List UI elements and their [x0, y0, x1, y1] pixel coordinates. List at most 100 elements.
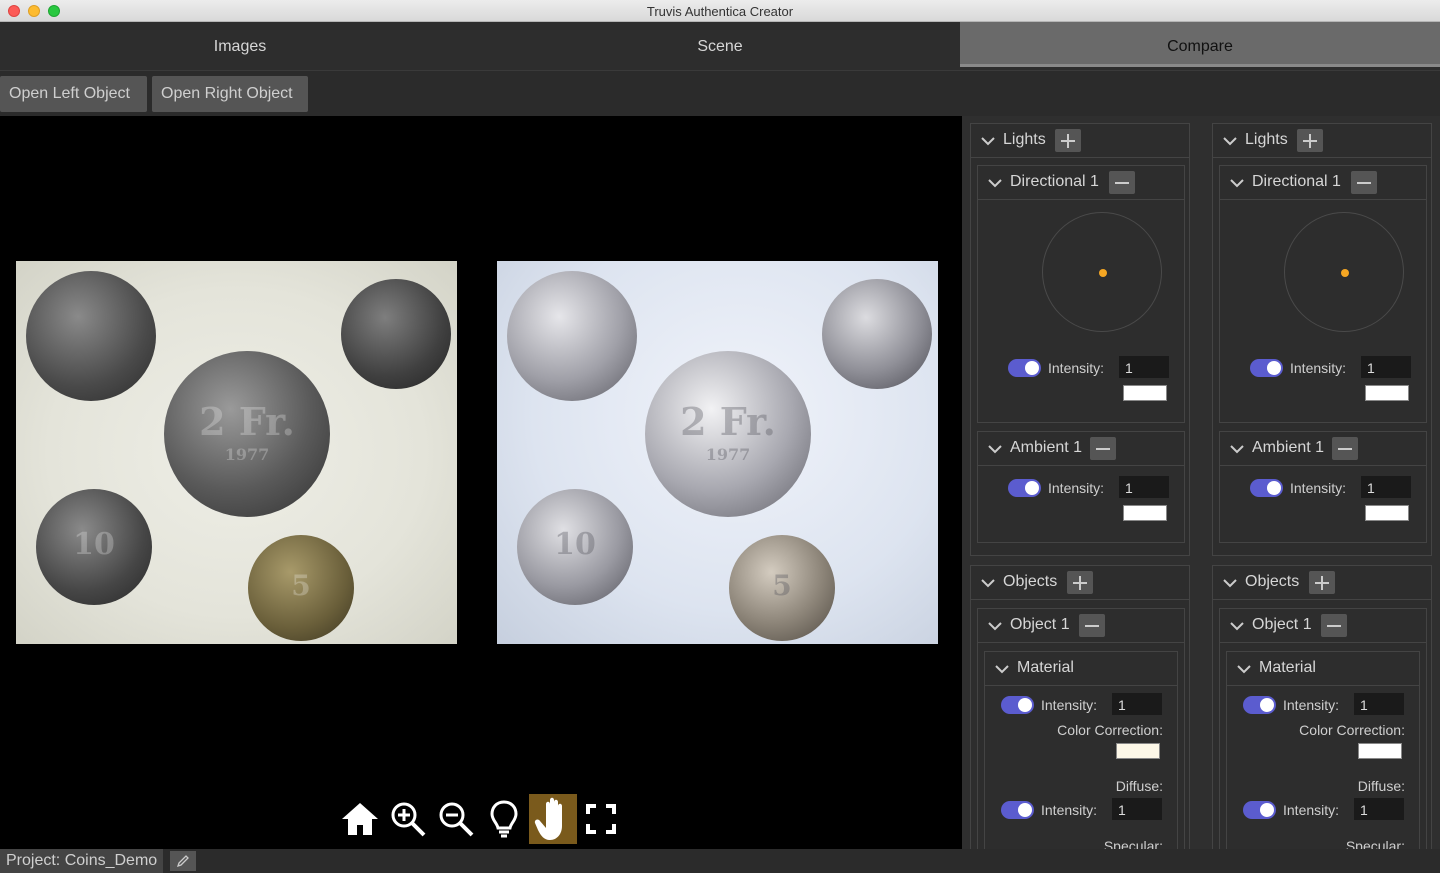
- right-remove-object-button[interactable]: [1321, 614, 1347, 637]
- right-object-header[interactable]: Object 1: [1220, 609, 1426, 643]
- left-ambient-intensity-label: Intensity:: [1048, 480, 1105, 496]
- left-add-light-button[interactable]: [1055, 129, 1081, 152]
- edit-project-button[interactable]: [170, 851, 196, 871]
- left-ambient-intensity-input[interactable]: 1: [1119, 476, 1169, 498]
- right-directional-color-swatch[interactable]: [1365, 385, 1409, 401]
- minus-icon: [1338, 447, 1352, 450]
- chevron-down-icon[interactable]: [1230, 176, 1244, 190]
- right-material-toggle[interactable]: [1243, 696, 1276, 714]
- left-diffuse-toggle[interactable]: [1001, 801, 1034, 819]
- chevron-down-icon[interactable]: [988, 176, 1002, 190]
- tab-scene[interactable]: Scene: [480, 22, 960, 67]
- pan-button[interactable]: [529, 794, 577, 844]
- right-material-intensity-label: Intensity:: [1283, 697, 1340, 713]
- left-object-panel: Object 1 Material Intensity: 1 Color Cor…: [977, 608, 1185, 849]
- plus-icon: [1315, 575, 1329, 590]
- right-remove-directional-button[interactable]: [1351, 171, 1377, 194]
- chevron-down-icon[interactable]: [1237, 662, 1251, 676]
- left-remove-directional-button[interactable]: [1109, 171, 1135, 194]
- right-lights-panel: Lights Directional 1 Intensity: 1 Ambien…: [1212, 123, 1432, 556]
- right-lights-header[interactable]: Lights: [1213, 124, 1431, 158]
- right-diffuse-toggle[interactable]: [1243, 801, 1276, 819]
- chevron-down-icon[interactable]: [1223, 134, 1237, 148]
- right-material-header[interactable]: Material: [1227, 652, 1419, 686]
- left-material-toggle[interactable]: [1001, 696, 1034, 714]
- right-directional-header[interactable]: Directional 1: [1220, 166, 1426, 200]
- light-direction-handle[interactable]: [1099, 269, 1107, 277]
- minus-icon: [1357, 181, 1371, 184]
- left-diffuse-intensity-label: Intensity:: [1041, 802, 1098, 818]
- open-left-object-button[interactable]: Open Left Object: [0, 76, 147, 112]
- right-directional-intensity-input[interactable]: 1: [1361, 356, 1411, 378]
- right-light-direction-picker[interactable]: [1284, 212, 1404, 332]
- right-ambient-header[interactable]: Ambient 1: [1220, 432, 1426, 466]
- right-objects-header[interactable]: Objects: [1213, 566, 1431, 600]
- chevron-down-icon[interactable]: [995, 662, 1009, 676]
- left-diffuse-intensity-input[interactable]: 1: [1112, 798, 1162, 820]
- right-object-image: 2 Fr. 1977 10 5: [497, 261, 938, 644]
- lightbulb-icon: [490, 800, 518, 838]
- light-direction-handle[interactable]: [1341, 269, 1349, 277]
- left-lights-header[interactable]: Lights: [971, 124, 1189, 158]
- tab-images[interactable]: Images: [0, 22, 480, 67]
- right-material-intensity-input[interactable]: 1: [1354, 693, 1404, 715]
- left-directional-toggle[interactable]: [1008, 359, 1041, 377]
- chevron-down-icon[interactable]: [988, 442, 1002, 456]
- coin-half-franc: [341, 279, 451, 389]
- home-view-button[interactable]: [336, 794, 384, 844]
- open-right-object-button[interactable]: Open Right Object: [152, 76, 308, 112]
- right-ambient-title: Ambient 1: [1252, 439, 1325, 456]
- coin-twenty-centimes: [507, 271, 637, 401]
- left-directional-intensity-input[interactable]: 1: [1119, 356, 1169, 378]
- left-remove-object-button[interactable]: [1079, 614, 1105, 637]
- coin-denomination: 2 Fr.: [199, 399, 295, 444]
- right-diffuse-intensity-input[interactable]: 1: [1354, 798, 1404, 820]
- left-add-object-button[interactable]: [1067, 571, 1093, 594]
- zoom-out-button[interactable]: [432, 794, 480, 844]
- left-material-header[interactable]: Material: [985, 652, 1177, 686]
- right-diffuse-label: Diffuse:: [1357, 778, 1405, 794]
- right-add-light-button[interactable]: [1297, 129, 1323, 152]
- chevron-down-icon[interactable]: [988, 619, 1002, 633]
- right-ambient-toggle[interactable]: [1250, 479, 1283, 497]
- zoom-in-button[interactable]: [384, 794, 432, 844]
- left-color-correction-swatch[interactable]: [1116, 743, 1160, 759]
- chevron-down-icon[interactable]: [1230, 442, 1244, 456]
- lighting-button[interactable]: [480, 794, 528, 844]
- left-material-intensity-input[interactable]: 1: [1112, 693, 1162, 715]
- tab-compare[interactable]: Compare: [960, 22, 1440, 67]
- minus-icon: [1085, 624, 1099, 627]
- coin-ten-centimes: 10: [36, 489, 152, 605]
- right-specular-label: Specular:: [1345, 838, 1405, 849]
- left-diffuse-label: Diffuse:: [1115, 778, 1163, 794]
- right-ambient-intensity-input[interactable]: 1: [1361, 476, 1411, 498]
- left-directional-header[interactable]: Directional 1: [978, 166, 1184, 200]
- right-objects-title: Objects: [1245, 573, 1300, 590]
- chevron-down-icon[interactable]: [981, 576, 995, 590]
- compare-viewer[interactable]: 2 Fr. 1977 10 5 2 Fr. 1977 10 5: [0, 116, 962, 849]
- fullscreen-button[interactable]: [577, 794, 625, 844]
- chevron-down-icon[interactable]: [981, 134, 995, 148]
- right-remove-ambient-button[interactable]: [1332, 437, 1358, 460]
- left-directional-color-swatch[interactable]: [1123, 385, 1167, 401]
- left-ambient-toggle[interactable]: [1008, 479, 1041, 497]
- left-ambient-color-swatch[interactable]: [1123, 505, 1167, 521]
- right-ambient-intensity-label: Intensity:: [1290, 480, 1347, 496]
- chevron-down-icon[interactable]: [1223, 576, 1237, 590]
- chevron-down-icon[interactable]: [1230, 619, 1244, 633]
- minus-icon: [1096, 447, 1110, 450]
- left-color-correction-label: Color Correction:: [1057, 722, 1163, 738]
- left-object-header[interactable]: Object 1: [978, 609, 1184, 643]
- left-ambient-header[interactable]: Ambient 1: [978, 432, 1184, 466]
- right-add-object-button[interactable]: [1309, 571, 1335, 594]
- left-light-direction-picker[interactable]: [1042, 212, 1162, 332]
- right-color-correction-swatch[interactable]: [1358, 743, 1402, 759]
- left-remove-ambient-button[interactable]: [1090, 437, 1116, 460]
- coin-year: 1977: [705, 445, 751, 464]
- compare-settings: Lights Directional 1 Intensity: 1 Ambien…: [962, 116, 1440, 849]
- right-ambient-color-swatch[interactable]: [1365, 505, 1409, 521]
- right-material-panel: Material Intensity: 1 Color Correction: …: [1226, 651, 1420, 849]
- left-objects-header[interactable]: Objects: [971, 566, 1189, 600]
- coin-five-centimes: 5: [248, 535, 354, 641]
- right-directional-toggle[interactable]: [1250, 359, 1283, 377]
